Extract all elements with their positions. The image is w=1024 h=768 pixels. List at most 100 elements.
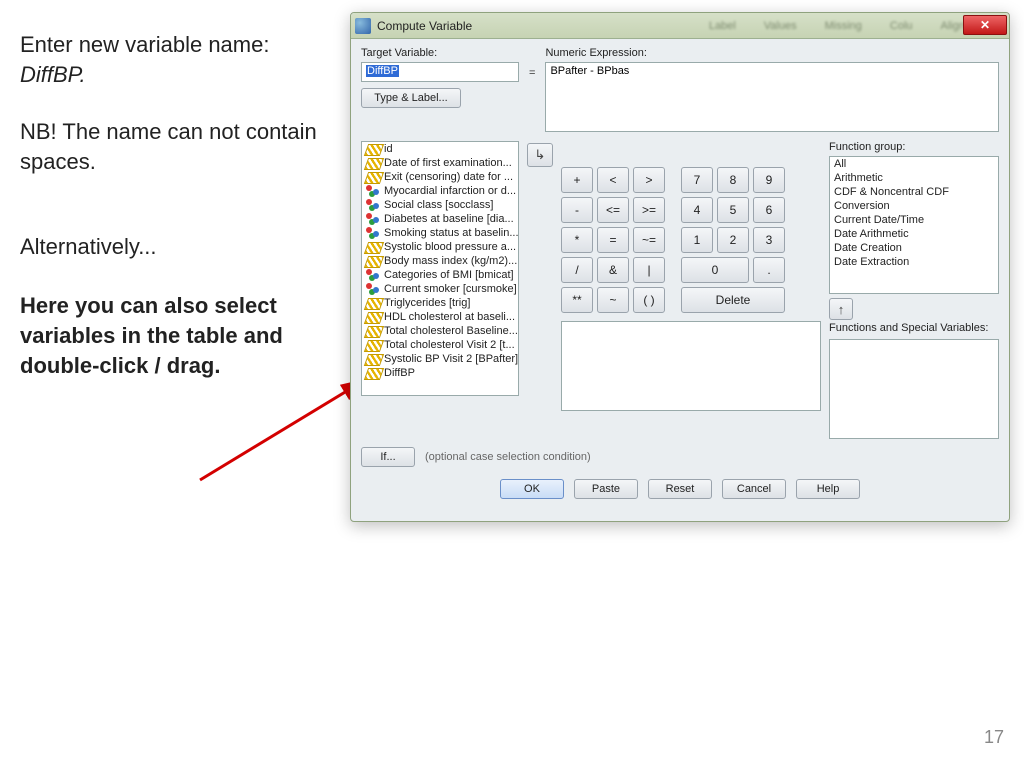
list-item[interactable]: Date Creation	[830, 241, 998, 255]
list-item[interactable]: Current Date/Time	[830, 213, 998, 227]
dialog-button-row: OK Paste Reset Cancel Help	[361, 479, 999, 499]
list-item[interactable]: Body mass index (kg/m2)...	[362, 254, 518, 268]
scale-icon	[366, 353, 380, 365]
description-box[interactable]	[561, 321, 821, 411]
insert-function-button[interactable]: ↑	[829, 298, 853, 320]
key-gte[interactable]: >=	[633, 197, 665, 223]
key-gt[interactable]: >	[633, 167, 665, 193]
key-eq[interactable]: =	[597, 227, 629, 253]
list-item[interactable]: Date of first examination...	[362, 156, 518, 170]
nominal-icon	[366, 213, 380, 225]
key-minus[interactable]: -	[561, 197, 593, 223]
list-item[interactable]: Arithmetic	[830, 171, 998, 185]
titlebar[interactable]: Compute Variable LabelValues MissingColu…	[351, 13, 1009, 39]
list-item[interactable]: DiffBP	[362, 366, 518, 380]
key-5[interactable]: 5	[717, 197, 749, 223]
key-plus[interactable]: +	[561, 167, 593, 193]
list-item[interactable]: Date Arithmetic	[830, 227, 998, 241]
compute-variable-dialog: Compute Variable LabelValues MissingColu…	[350, 12, 1010, 522]
key-or[interactable]: |	[633, 257, 665, 283]
list-item[interactable]: Categories of BMI [bmicat]	[362, 268, 518, 282]
key-neq[interactable]: ~=	[633, 227, 665, 253]
scale-icon	[366, 241, 380, 253]
function-group-list[interactable]: All Arithmetic CDF & Noncentral CDF Conv…	[829, 156, 999, 294]
list-item[interactable]: Conversion	[830, 199, 998, 213]
key-7[interactable]: 7	[681, 167, 713, 193]
key-6[interactable]: 6	[753, 197, 785, 223]
key-delete[interactable]: Delete	[681, 287, 785, 313]
key-not[interactable]: ~	[597, 287, 629, 313]
key-dot[interactable]: .	[753, 257, 785, 283]
list-item[interactable]: Social class [socclass]	[362, 198, 518, 212]
app-icon	[355, 18, 371, 34]
scale-icon	[366, 339, 380, 351]
list-item[interactable]: Total cholesterol Visit 2 [t...	[362, 338, 518, 352]
type-and-label-button[interactable]: Type & Label...	[361, 88, 461, 108]
key-lt[interactable]: <	[597, 167, 629, 193]
key-4[interactable]: 4	[681, 197, 713, 223]
list-item[interactable]: Exit (censoring) date for ...	[362, 170, 518, 184]
key-0[interactable]: 0	[681, 257, 749, 283]
key-power[interactable]: **	[561, 287, 593, 313]
page-number: 17	[984, 727, 1004, 748]
key-multiply[interactable]: *	[561, 227, 593, 253]
list-item[interactable]: Systolic blood pressure a...	[362, 240, 518, 254]
list-item[interactable]: Triglycerides [trig]	[362, 296, 518, 310]
numeric-expression-label: Numeric Expression:	[545, 47, 999, 59]
nominal-icon	[366, 269, 380, 281]
key-parens[interactable]: ( )	[633, 287, 665, 313]
cancel-button[interactable]: Cancel	[722, 479, 786, 499]
move-to-expression-button[interactable]: ↳	[527, 143, 553, 167]
key-8[interactable]: 8	[717, 167, 749, 193]
scale-icon	[366, 325, 380, 337]
key-3[interactable]: 3	[753, 227, 785, 253]
nominal-icon	[366, 227, 380, 239]
list-item[interactable]: Smoking status at baselin...	[362, 226, 518, 240]
equals-sign: =	[529, 67, 535, 79]
variable-list[interactable]: id Date of first examination... Exit (ce…	[361, 141, 519, 396]
key-9[interactable]: 9	[753, 167, 785, 193]
numeric-expression-input[interactable]	[545, 62, 999, 132]
list-item[interactable]: Myocardial infarction or d...	[362, 184, 518, 198]
variable-name-italic: DiffBP.	[20, 62, 86, 87]
list-item[interactable]: HDL cholesterol at baseli...	[362, 310, 518, 324]
target-variable-input[interactable]: DiffBP	[361, 62, 519, 82]
list-item[interactable]: CDF & Noncentral CDF	[830, 185, 998, 199]
window-title: Compute Variable	[377, 19, 472, 33]
list-item[interactable]: Systolic BP Visit 2 [BPafter]	[362, 352, 518, 366]
key-divide[interactable]: /	[561, 257, 593, 283]
function-group-label: Function group:	[829, 141, 999, 153]
list-item[interactable]: All	[830, 157, 998, 171]
nominal-icon	[366, 185, 380, 197]
target-variable-label: Target Variable:	[361, 47, 519, 59]
paste-button[interactable]: Paste	[574, 479, 638, 499]
list-item[interactable]: Total cholesterol Baseline...	[362, 324, 518, 338]
if-button[interactable]: If...	[361, 447, 415, 467]
functions-vars-list[interactable]	[829, 339, 999, 439]
key-lte[interactable]: <=	[597, 197, 629, 223]
slide-annotation: Enter new variable name: DiffBP. NB! The…	[20, 30, 320, 409]
ok-button[interactable]: OK	[500, 479, 564, 499]
annotation-line-3: Alternatively...	[20, 232, 320, 262]
annotation-line-4: Here you can also select variables in th…	[20, 291, 320, 380]
scale-icon	[366, 143, 380, 155]
keypad: + < > 7 8 9 - <= >= 4 5 6 * = ~=	[561, 167, 821, 313]
scale-icon	[366, 297, 380, 309]
reset-button[interactable]: Reset	[648, 479, 712, 499]
list-item[interactable]: id	[362, 142, 518, 156]
key-1[interactable]: 1	[681, 227, 713, 253]
list-item[interactable]: Diabetes at baseline [dia...	[362, 212, 518, 226]
scale-icon	[366, 157, 380, 169]
if-condition-text: (optional case selection condition)	[425, 451, 591, 463]
help-button[interactable]: Help	[796, 479, 860, 499]
key-and[interactable]: &	[597, 257, 629, 283]
scale-icon	[366, 311, 380, 323]
scale-icon	[366, 171, 380, 183]
list-item[interactable]: Current smoker [cursmoke]	[362, 282, 518, 296]
list-item[interactable]: Date Extraction	[830, 255, 998, 269]
scale-icon	[366, 367, 380, 379]
annotation-line-1: Enter new variable name: DiffBP.	[20, 30, 320, 89]
functions-vars-label: Functions and Special Variables:	[829, 322, 999, 334]
key-2[interactable]: 2	[717, 227, 749, 253]
close-button[interactable]: ✕	[963, 15, 1007, 35]
